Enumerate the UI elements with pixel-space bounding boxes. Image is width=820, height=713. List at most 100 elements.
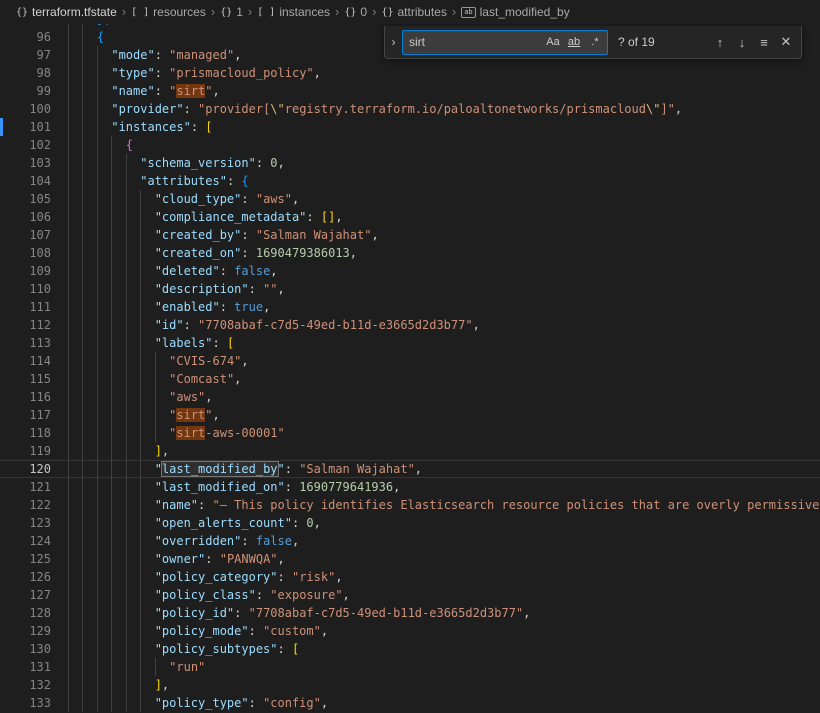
line-number[interactable]: 101 xyxy=(0,118,68,136)
line-number[interactable]: 96 xyxy=(0,28,68,46)
line-number[interactable]: 115 xyxy=(0,370,68,388)
code-line[interactable]: 109"deleted": false, xyxy=(0,262,820,280)
token: false xyxy=(234,264,270,278)
code-line[interactable]: 101"instances": [ xyxy=(0,118,820,136)
line-number[interactable]: 123 xyxy=(0,514,68,532)
whole-word-button[interactable]: ab xyxy=(564,32,584,52)
line-number[interactable]: 119 xyxy=(0,442,68,460)
code-line[interactable]: 124"overridden": false, xyxy=(0,532,820,550)
regex-button[interactable]: .* xyxy=(585,32,605,52)
previous-match-button[interactable]: ↑ xyxy=(709,31,731,53)
code-line[interactable]: 126"policy_category": "risk", xyxy=(0,568,820,586)
line-number[interactable]: 108 xyxy=(0,244,68,262)
code-line[interactable]: 108"created_on": 1690479386013, xyxy=(0,244,820,262)
line-number[interactable]: 97 xyxy=(0,46,68,64)
code-line[interactable]: 98"type": "prismacloud_policy", xyxy=(0,64,820,82)
line-number[interactable]: 104 xyxy=(0,172,68,190)
token: [ xyxy=(227,336,234,350)
code-line[interactable]: 100"provider": "provider[\"registry.terr… xyxy=(0,100,820,118)
code-line[interactable]: 110"description": "", xyxy=(0,280,820,298)
toggle-replace-button[interactable]: › xyxy=(385,26,402,58)
code-line[interactable]: 118"sirt-aws-00001" xyxy=(0,424,820,442)
match-case-button[interactable]: Aa xyxy=(543,32,563,52)
token: , xyxy=(162,678,169,692)
breadcrumb-item-terraform.tfstate[interactable]: {}terraform.tfstate xyxy=(16,5,117,19)
code-line[interactable]: 131"run" xyxy=(0,658,820,676)
line-number[interactable]: 109 xyxy=(0,262,68,280)
close-button[interactable]: ✕ xyxy=(775,31,797,53)
line-number[interactable]: 116 xyxy=(0,388,68,406)
line-number[interactable]: 126 xyxy=(0,568,68,586)
breadcrumb-item-resources[interactable]: [ ]resources xyxy=(131,5,206,19)
token: "risk" xyxy=(292,570,335,584)
code-line[interactable]: 104"attributes": { xyxy=(0,172,820,190)
code-line[interactable]: 114"CVIS-674", xyxy=(0,352,820,370)
line-number[interactable]: 130 xyxy=(0,640,68,658)
code-line[interactable]: 117"sirt", xyxy=(0,406,820,424)
token: : xyxy=(249,282,263,296)
line-number[interactable]: 114 xyxy=(0,352,68,370)
breadcrumb-item-attributes[interactable]: {}attributes xyxy=(381,5,446,19)
line-number[interactable]: 124 xyxy=(0,532,68,550)
code-line[interactable]: 122"name": "– This policy identifies Ela… xyxy=(0,496,820,514)
line-number[interactable]: 111 xyxy=(0,298,68,316)
line-number[interactable]: 117 xyxy=(0,406,68,424)
code-content: "last_modified_on": 1690779641936, xyxy=(68,478,820,496)
token: "exposure" xyxy=(270,588,342,602)
code-line[interactable]: 106"compliance_metadata": [], xyxy=(0,208,820,226)
line-number[interactable]: 113 xyxy=(0,334,68,352)
code-line[interactable]: 132], xyxy=(0,676,820,694)
code-line[interactable]: 127"policy_class": "exposure", xyxy=(0,586,820,604)
find-in-selection-button[interactable]: ≡ xyxy=(753,31,775,53)
code-line[interactable]: 130"policy_subtypes": [ xyxy=(0,640,820,658)
line-number[interactable]: 112 xyxy=(0,316,68,334)
code-line[interactable]: 116"aws", xyxy=(0,388,820,406)
token: : xyxy=(198,498,212,512)
line-number[interactable]: 118 xyxy=(0,424,68,442)
line-number[interactable]: 132 xyxy=(0,676,68,694)
line-number[interactable]: 125 xyxy=(0,550,68,568)
line-number[interactable]: 103 xyxy=(0,154,68,172)
code-line[interactable]: 111"enabled": true, xyxy=(0,298,820,316)
line-number[interactable]: 120 xyxy=(0,460,68,478)
line-number[interactable]: 128 xyxy=(0,604,68,622)
next-match-button[interactable]: ↓ xyxy=(731,31,753,53)
code-line[interactable]: 120"last_modified_by": "Salman Wajahat", xyxy=(0,460,820,478)
line-number[interactable]: 107 xyxy=(0,226,68,244)
code-line[interactable]: 133"policy_type": "config", xyxy=(0,694,820,712)
line-number[interactable]: 99 xyxy=(0,82,68,100)
line-number[interactable]: 133 xyxy=(0,694,68,712)
find-input[interactable]: sirt Aa ab .* xyxy=(402,30,608,55)
code-line[interactable]: 128"policy_id": "7708abaf-c7d5-49ed-b11d… xyxy=(0,604,820,622)
line-number[interactable]: 122 xyxy=(0,496,68,514)
code-line[interactable]: 107"created_by": "Salman Wajahat", xyxy=(0,226,820,244)
breadcrumb-item-instances[interactable]: [ ]instances xyxy=(257,5,330,19)
code-line[interactable]: 113"labels": [ xyxy=(0,334,820,352)
breadcrumb-item-last_modified_by[interactable]: ablast_modified_by xyxy=(461,5,570,19)
code-line[interactable]: 99"name": "sirt", xyxy=(0,82,820,100)
token: "Salman Wajahat" xyxy=(256,228,372,242)
line-number[interactable]: 129 xyxy=(0,622,68,640)
line-number[interactable]: 106 xyxy=(0,208,68,226)
line-number[interactable]: 100 xyxy=(0,100,68,118)
line-number[interactable]: 98 xyxy=(0,64,68,82)
code-line[interactable]: 121"last_modified_on": 1690779641936, xyxy=(0,478,820,496)
code-line[interactable]: 105"cloud_type": "aws", xyxy=(0,190,820,208)
breadcrumb-item-0[interactable]: {}0 xyxy=(344,5,367,19)
line-number[interactable]: 110 xyxy=(0,280,68,298)
code-line[interactable]: 112"id": "7708abaf-c7d5-49ed-b11d-e3665d… xyxy=(0,316,820,334)
code-line[interactable]: 103"schema_version": 0, xyxy=(0,154,820,172)
code-line[interactable]: 129"policy_mode": "custom", xyxy=(0,622,820,640)
line-number[interactable]: 131 xyxy=(0,658,68,676)
line-number[interactable]: 127 xyxy=(0,586,68,604)
code-line[interactable]: 102{ xyxy=(0,136,820,154)
code-line[interactable]: 119], xyxy=(0,442,820,460)
breadcrumb-item-1[interactable]: {}1 xyxy=(220,5,243,19)
line-number[interactable]: 102 xyxy=(0,136,68,154)
code-line[interactable]: 125"owner": "PANWQA", xyxy=(0,550,820,568)
code-content: ], xyxy=(68,442,820,460)
line-number[interactable]: 105 xyxy=(0,190,68,208)
code-line[interactable]: 123"open_alerts_count": 0, xyxy=(0,514,820,532)
line-number[interactable]: 121 xyxy=(0,478,68,496)
code-line[interactable]: 115"Comcast", xyxy=(0,370,820,388)
